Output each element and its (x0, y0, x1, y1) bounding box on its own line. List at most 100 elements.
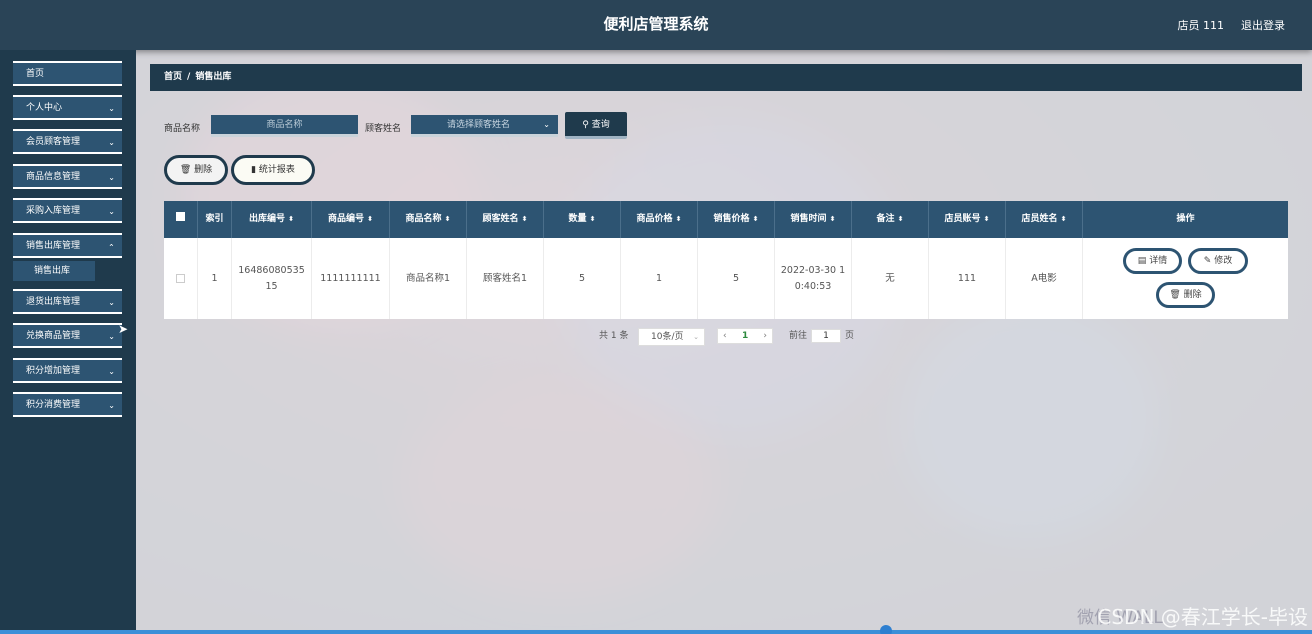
chevron-down-icon: ⌄ (108, 138, 115, 147)
batch-delete-button[interactable]: 🗑 删除 (164, 155, 228, 185)
pagination-nav: ‹ 1 › (717, 328, 773, 344)
cell-quantity: 5 (544, 238, 621, 319)
current-user: 店员 111 (1177, 19, 1225, 32)
sort-icon: ⬍ (367, 215, 373, 223)
th-clerk-name[interactable]: 店员姓名 ⬍ (1006, 201, 1083, 238)
sort-icon: ⬍ (521, 215, 528, 223)
goto-page-input[interactable]: 1 (811, 329, 841, 343)
logout-link[interactable]: 退出登录 (1241, 17, 1285, 33)
chevron-down-icon: ⌄ (108, 104, 115, 113)
sort-icon: ⬍ (1060, 215, 1067, 223)
sort-icon: ⬍ (897, 215, 904, 223)
detail-button[interactable]: ▤ 详情 (1123, 248, 1182, 274)
sidebar-item-label: 积分消费管理 (26, 400, 81, 410)
pencil-icon: ✎ (1203, 256, 1212, 266)
th-clerk-account[interactable]: 店员账号 ⬍ (929, 201, 1006, 238)
trash-icon: 🗑 (179, 165, 192, 175)
breadcrumb-current: 销售出库 (195, 72, 232, 82)
search-icon: ⚲ (582, 120, 589, 130)
th-operations: 操作 (1176, 214, 1195, 224)
cell-clerk-name: A电影 (1006, 238, 1083, 319)
goto-label: 前往 (789, 331, 808, 341)
sidebar-item-redeem-products[interactable]: 兑换商品管理 ⌄ (13, 323, 122, 348)
chevron-down-icon: ⌄ (543, 120, 550, 129)
cell-index: 1 (198, 238, 232, 319)
th-index: 索引 (198, 201, 232, 238)
cell-clerk-account: 111 (929, 238, 1006, 319)
edit-button[interactable]: ✎ 修改 (1188, 248, 1248, 274)
th-remark[interactable]: 备注 ⬍ (852, 201, 929, 238)
cell-remark: 无 (852, 238, 929, 319)
th-product-no[interactable]: 商品编号 ⬍ (312, 201, 390, 238)
th-sale-price[interactable]: 销售价格 ⬍ (698, 201, 775, 238)
detail-label: 详情 (1149, 256, 1168, 266)
sidebar-subitem-sales-out[interactable]: 销售出库 (13, 261, 95, 281)
next-page-icon[interactable]: › (763, 329, 767, 343)
video-progress-bar[interactable] (0, 630, 1312, 634)
sidebar-item-purchase-stock-in[interactable]: 采购入库管理 ⌄ (13, 198, 122, 223)
csdn-watermark: CSDN @春江学长-毕设 (1097, 605, 1308, 629)
sort-icon: ⬍ (444, 215, 451, 223)
th-sale-time[interactable]: 销售时间 ⬍ (775, 201, 852, 238)
cell-sale-time: 2022-03-30 10:40:53 (775, 238, 852, 319)
trash-icon: 🗑 (1169, 290, 1181, 300)
product-name-label: 商品名称 (164, 124, 201, 134)
th-product-price[interactable]: 商品价格 ⬍ (621, 201, 698, 238)
chevron-down-icon: ⌄ (693, 333, 699, 341)
chevron-up-icon: ⌄ (108, 242, 115, 251)
page-size-value: 10条/页 (651, 332, 684, 342)
sidebar-item-personal-center[interactable]: 个人中心 ⌄ (13, 95, 122, 120)
breadcrumb: 首页 / 销售出库 (150, 64, 1302, 91)
document-icon: ▤ (1137, 256, 1147, 266)
sort-icon: ⬍ (675, 215, 682, 223)
progress-knob[interactable] (880, 625, 892, 634)
chevron-down-icon: ⌄ (108, 173, 115, 182)
cell-sale-price: 5 (698, 238, 775, 319)
sidebar-item-product-info[interactable]: 商品信息管理 ⌄ (13, 164, 122, 189)
mouse-cursor-icon: ➤ (118, 322, 129, 336)
select-all-checkbox[interactable] (164, 201, 198, 238)
top-header: 便利店管理系统 店员 111 退出登录 (0, 0, 1312, 50)
query-button[interactable]: ⚲ 查询 (565, 112, 627, 139)
sidebar-item-points-increase[interactable]: 积分增加管理 ⌄ (13, 358, 122, 383)
prev-page-icon[interactable]: ‹ (723, 329, 727, 343)
th-customer-name[interactable]: 顾客姓名 ⬍ (467, 201, 544, 238)
sidebar-item-label: 个人中心 (26, 103, 63, 113)
customer-name-select[interactable]: 请选择顾客姓名 ⌄ (411, 115, 558, 137)
sidebar-item-returns-out[interactable]: 退货出库管理 ⌄ (13, 289, 122, 314)
product-name-input[interactable] (211, 115, 358, 137)
current-page[interactable]: 1 (742, 329, 748, 343)
sidebar: 首页 个人中心 ⌄ 会员顾客管理 ⌄ 商品信息管理 ⌄ 采购入库管理 ⌄ 销售出… (0, 50, 136, 634)
chevron-down-icon: ⌄ (108, 401, 115, 410)
sidebar-item-member-customers[interactable]: 会员顾客管理 ⌄ (13, 129, 122, 154)
edit-label: 修改 (1214, 256, 1233, 266)
cell-product-name: 商品名称1 (390, 238, 467, 319)
chevron-down-icon: ⌄ (108, 367, 115, 376)
breadcrumb-home[interactable]: 首页 (164, 72, 182, 82)
delete-row-button[interactable]: 🗑 删除 (1156, 282, 1215, 308)
sidebar-item-label: 销售出库管理 (26, 241, 81, 251)
breadcrumb-separator: / (187, 72, 191, 82)
sidebar-item-home[interactable]: 首页 (13, 61, 122, 86)
sort-icon: ⬍ (752, 215, 759, 223)
sort-icon: ⬍ (829, 215, 836, 223)
bar-chart-icon: ▮ (251, 165, 257, 175)
th-out-no[interactable]: 出库编号 ⬍ (232, 201, 312, 238)
pagination-total: 共 1 条 (599, 331, 629, 341)
sidebar-item-label: 采购入库管理 (26, 206, 81, 216)
th-product-name[interactable]: 商品名称 ⬍ (390, 201, 467, 238)
row-checkbox[interactable] (164, 238, 198, 319)
page-size-select[interactable]: 10条/页 ⌄ (638, 328, 705, 346)
th-quantity[interactable]: 数量 ⬍ (544, 201, 621, 238)
customer-name-label: 顾客姓名 (365, 124, 402, 134)
batch-delete-label: 删除 (194, 165, 213, 175)
sidebar-item-sales-stock-out[interactable]: 销售出库管理 ⌄ (13, 233, 122, 258)
chevron-down-icon: ⌄ (108, 207, 115, 216)
sort-icon: ⬍ (589, 215, 596, 223)
chevron-down-icon: ⌄ (108, 298, 115, 307)
statistics-report-button[interactable]: ▮ 统计报表 (231, 155, 315, 185)
sidebar-item-label: 会员顾客管理 (26, 137, 81, 147)
chevron-down-icon: ⌄ (108, 332, 115, 341)
sidebar-item-points-consume[interactable]: 积分消费管理 ⌄ (13, 392, 122, 417)
sidebar-item-label: 商品信息管理 (26, 172, 81, 182)
